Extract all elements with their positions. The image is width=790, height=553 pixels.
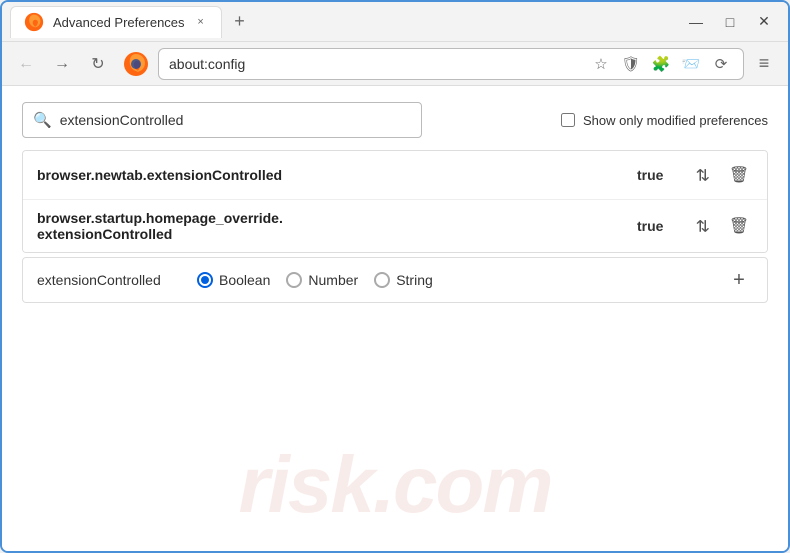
delete-button-1[interactable]: 🗑 (725, 161, 753, 189)
firefox-tab-icon (23, 11, 45, 33)
maximize-button[interactable]: □ (714, 6, 746, 38)
show-modified-checkbox[interactable] (561, 113, 575, 127)
hamburger-menu-button[interactable]: ≡ (748, 48, 780, 80)
radio-boolean[interactable]: Boolean (197, 272, 270, 288)
radio-label-string: String (396, 272, 433, 288)
radio-circle-number (286, 272, 302, 288)
arrows-icon: ⇄ (693, 168, 713, 181)
toggle-button-1[interactable]: ⇄ (689, 161, 717, 189)
extension-icon[interactable]: 🧩 (649, 52, 673, 76)
shield-icon[interactable]: 🛡 (619, 52, 643, 76)
search-box: 🔍 (22, 102, 422, 138)
pref-value-2: true (637, 218, 677, 234)
page-content: risk.com 🔍 Show only modified preference… (2, 86, 788, 551)
back-button[interactable]: ← (10, 48, 42, 80)
table-row: browser.startup.homepage_override. exten… (23, 200, 767, 252)
tab-label: Advanced Preferences (53, 15, 185, 30)
sync-icon[interactable]: ⟳ (709, 52, 733, 76)
browser-window: Advanced Preferences × + — □ ✕ ← → ↻ abo… (0, 0, 790, 553)
table-row: browser.newtab.extensionControlled true … (23, 151, 767, 200)
add-pref-button[interactable]: + (725, 266, 753, 294)
nav-bar: ← → ↻ about:config ☆ 🛡 🧩 📨 ⟳ ≡ (2, 42, 788, 86)
address-text: about:config (169, 56, 245, 72)
browser-tab[interactable]: Advanced Preferences × (10, 6, 222, 38)
pref-name-1: browser.newtab.extensionControlled (37, 167, 625, 183)
address-bar-icons: ☆ 🛡 🧩 📨 ⟳ (589, 52, 733, 76)
reload-button[interactable]: ↻ (82, 48, 114, 80)
trash-icon: 🗑 (729, 165, 749, 185)
bookmark-icon[interactable]: ☆ (589, 52, 613, 76)
window-controls: — □ ✕ (680, 6, 780, 38)
toggle-button-2[interactable]: ⇄ (689, 212, 717, 240)
address-bar[interactable]: about:config ☆ 🛡 🧩 📨 ⟳ (158, 48, 744, 80)
search-input[interactable] (60, 112, 411, 128)
forward-button[interactable]: → (46, 48, 78, 80)
arrows-icon: ⇄ (693, 219, 713, 232)
radio-circle-string (374, 272, 390, 288)
tab-close-button[interactable]: × (193, 14, 209, 30)
trash-icon: 🗑 (729, 216, 749, 236)
modified-preferences-filter: Show only modified preferences (561, 113, 768, 128)
new-tab-button[interactable]: + (226, 8, 254, 36)
add-preference-row: extensionControlled Boolean Number Strin… (22, 257, 768, 303)
row-actions-2: ⇄ 🗑 (689, 212, 753, 240)
new-pref-name: extensionControlled (37, 272, 177, 288)
firefox-logo-icon (122, 50, 150, 78)
type-radio-group: Boolean Number String (197, 272, 433, 288)
title-bar: Advanced Preferences × + — □ ✕ (2, 2, 788, 42)
row-actions-1: ⇄ 🗑 (689, 161, 753, 189)
radio-inner-boolean (201, 276, 209, 284)
close-button[interactable]: ✕ (748, 6, 780, 38)
radio-label-boolean: Boolean (219, 272, 270, 288)
search-icon: 🔍 (33, 111, 52, 129)
share-icon[interactable]: 📨 (679, 52, 703, 76)
radio-number[interactable]: Number (286, 272, 358, 288)
show-modified-label: Show only modified preferences (583, 113, 768, 128)
radio-circle-boolean (197, 272, 213, 288)
pref-name-2: browser.startup.homepage_override. exten… (37, 210, 625, 242)
search-row: 🔍 Show only modified preferences (22, 102, 768, 138)
results-table: browser.newtab.extensionControlled true … (22, 150, 768, 253)
minimize-button[interactable]: — (680, 6, 712, 38)
radio-string[interactable]: String (374, 272, 433, 288)
radio-label-number: Number (308, 272, 358, 288)
pref-value-1: true (637, 167, 677, 183)
watermark: risk.com (238, 439, 551, 531)
delete-button-2[interactable]: 🗑 (725, 212, 753, 240)
